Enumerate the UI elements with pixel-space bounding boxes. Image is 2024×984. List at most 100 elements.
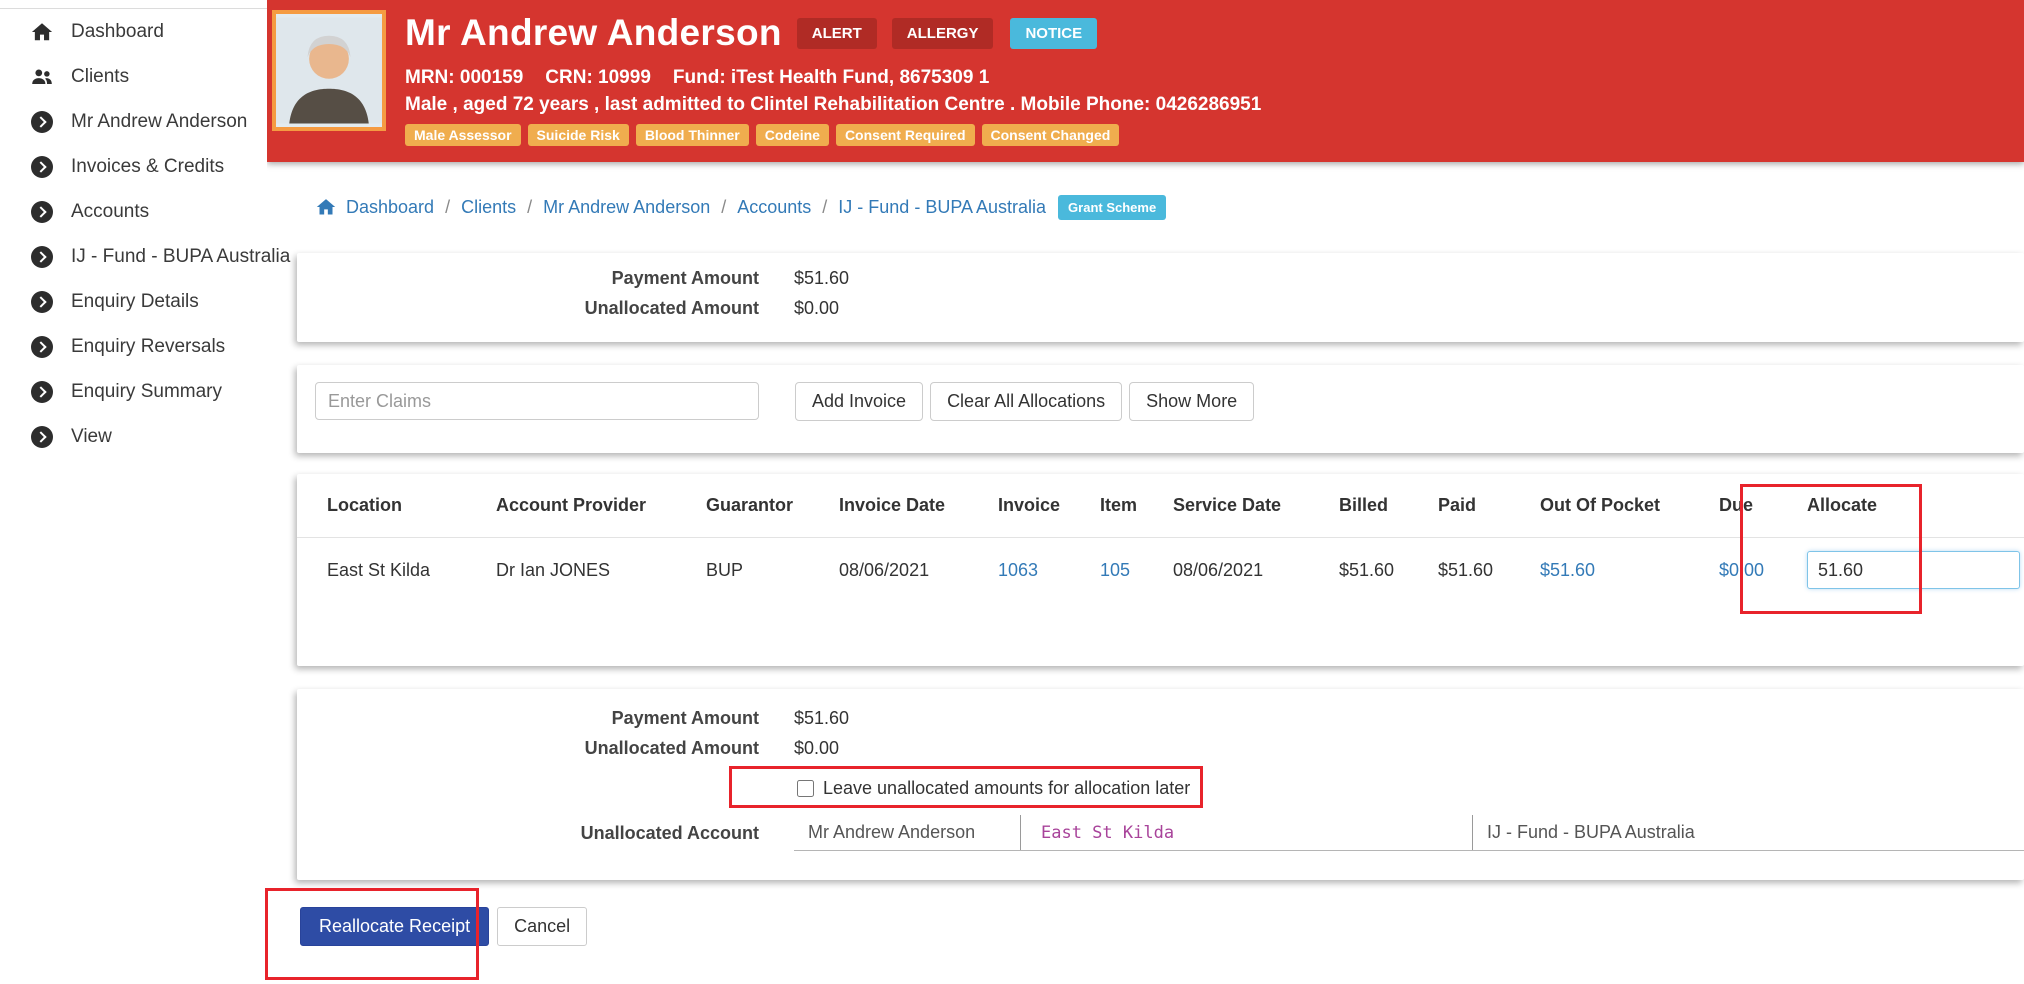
sidebar-item-invoices-credits[interactable]: Invoices & Credits	[0, 144, 267, 189]
invoice-table-panel: Location Account Provider Guarantor Invo…	[297, 474, 2024, 666]
patient-name: Mr Andrew Anderson	[405, 12, 782, 53]
cell-location: East St Kilda	[327, 559, 431, 580]
breadcrumb: Dashboard / Clients / Mr Andrew Anderson…	[316, 190, 1167, 224]
payment-amount-row: Payment Amount $51.60	[297, 703, 2024, 733]
allergy-button[interactable]: ALLERGY	[891, 17, 994, 49]
patient-mrn: MRN: 000159	[405, 67, 524, 88]
column-header-billed: Billed	[1339, 495, 1389, 515]
column-header-invoice-date: Invoice Date	[839, 495, 946, 515]
unallocated-account-location-field[interactable]: East St Kilda	[1020, 815, 1472, 850]
reallocate-receipt-button[interactable]: Reallocate Receipt	[300, 907, 490, 946]
sidebar: Dashboard Clients Mr Andrew Anderson Inv…	[0, 0, 290, 984]
alert-tag: Codeine	[755, 124, 829, 146]
unallocated-account-row: Unallocated Account Mr Andrew Anderson E…	[297, 815, 2024, 851]
patient-identifiers: MRN: 000159 CRN: 10999 Fund: iTest Healt…	[405, 67, 2004, 89]
chevron-circle-icon	[30, 200, 54, 224]
alert-tag: Consent Changed	[981, 124, 1120, 146]
breadcrumb-separator: /	[721, 196, 727, 217]
breadcrumb-link-dashboard[interactable]: Dashboard	[346, 197, 434, 218]
breadcrumb-link-accounts[interactable]: Accounts	[737, 197, 811, 218]
sidebar-item-accounts[interactable]: Accounts	[0, 189, 267, 234]
sidebar-item-enquiry-reversals[interactable]: Enquiry Reversals	[0, 324, 267, 369]
sidebar-item-view[interactable]: View	[0, 414, 267, 459]
column-header-guarantor: Guarantor	[706, 495, 794, 515]
alert-tag: Consent Required	[835, 124, 975, 146]
alert-tag: Suicide Risk	[527, 124, 629, 146]
cancel-button[interactable]: Cancel	[497, 907, 588, 946]
clear-all-allocations-button[interactable]: Clear All Allocations	[930, 382, 1123, 421]
unallocated-account-person-field[interactable]: Mr Andrew Anderson	[794, 815, 1020, 850]
leave-unallocated-row: Leave unallocated amounts for allocation…	[297, 767, 2024, 809]
column-header-invoice: Invoice	[998, 495, 1061, 515]
leave-unallocated-checkbox[interactable]	[797, 779, 814, 797]
patient-header: Mr Andrew Anderson ALERT ALLERGY NOTICE …	[267, 0, 2024, 162]
patient-crn: CRN: 10999	[545, 67, 651, 88]
due-link[interactable]: $0.00	[1719, 560, 1807, 581]
patient-header-info: Mr Andrew Anderson ALERT ALLERGY NOTICE …	[405, 9, 2004, 146]
home-icon[interactable]	[316, 197, 336, 217]
column-header-out-of-pocket: Out Of Pocket	[1540, 495, 1661, 515]
enter-claims-input[interactable]	[315, 382, 759, 420]
column-header-item: Item	[1100, 495, 1138, 515]
sidebar-item-label: Clients	[71, 65, 130, 87]
sidebar-item-ij-fund-bupa-australia[interactable]: IJ - Fund - BUPA Australia	[0, 234, 290, 279]
form-actions: Reallocate Receipt Cancel	[300, 907, 588, 946]
item-number-link[interactable]: 105	[1100, 560, 1173, 581]
sidebar-item-enquiry-summary[interactable]: Enquiry Summary	[0, 369, 267, 414]
table-row: East St Kilda Dr Ian JONES BUP 08/06/202…	[297, 538, 2024, 602]
chevron-circle-icon	[30, 290, 54, 314]
breadcrumb-separator: /	[445, 196, 451, 217]
sidebar-nav: Dashboard Clients Mr Andrew Anderson Inv…	[0, 9, 290, 459]
unallocated-account-label: Unallocated Account	[580, 822, 759, 843]
claims-toolbar-panel: Add Invoice Clear All Allocations Show M…	[297, 365, 2024, 453]
payment-amount-value: $51.60	[794, 707, 850, 728]
home-icon	[30, 20, 54, 44]
chevron-circle-icon	[30, 245, 54, 269]
allocate-input[interactable]	[1807, 551, 2020, 589]
breadcrumb-separator: /	[527, 196, 533, 217]
grant-scheme-badge: Grant Scheme	[1058, 194, 1167, 220]
sidebar-item-clients[interactable]: Clients	[0, 54, 267, 99]
unallocated-amount-row: Unallocated Amount $0.00	[297, 293, 2024, 323]
sidebar-item-label: View	[71, 425, 112, 447]
show-more-button[interactable]: Show More	[1129, 382, 1255, 421]
out-of-pocket-link[interactable]: $51.60	[1540, 560, 1719, 581]
payment-amount-row: Payment Amount $51.60	[297, 263, 2024, 293]
breadcrumb-separator: /	[822, 196, 828, 217]
payment-summary-top-panel: Payment Amount $51.60 Unallocated Amount…	[297, 253, 2024, 342]
sidebar-item-label: Accounts	[71, 200, 150, 222]
unallocated-account-fund-field[interactable]: IJ - Fund - BUPA Australia	[1472, 815, 2024, 850]
sidebar-item-enquiry-details[interactable]: Enquiry Details	[0, 279, 267, 324]
breadcrumb-link-mr-andrew-anderson[interactable]: Mr Andrew Anderson	[543, 197, 710, 218]
column-header-allocate: Allocate	[1807, 495, 1878, 515]
notice-button[interactable]: NOTICE	[1010, 17, 1098, 49]
patient-title-row: Mr Andrew Anderson ALERT ALLERGY NOTICE	[405, 9, 2004, 57]
sidebar-item-label: Enquiry Details	[71, 290, 199, 312]
unallocated-amount-value: $0.00	[794, 737, 840, 758]
sidebar-item-dashboard[interactable]: Dashboard	[0, 9, 267, 54]
patient-fund: Fund: iTest Health Fund, 8675309 1	[672, 67, 990, 88]
sidebar-item-mr-andrew-anderson[interactable]: Mr Andrew Anderson	[0, 99, 267, 144]
leave-unallocated-label[interactable]: Leave unallocated amounts for allocation…	[823, 778, 1190, 799]
sidebar-item-label: Dashboard	[71, 20, 164, 42]
cell-invoice-date: 08/06/2021	[839, 559, 930, 580]
unallocated-amount-label: Unallocated Amount	[584, 737, 759, 758]
column-header-account-provider: Account Provider	[496, 495, 647, 515]
patient-alert-tags: Male Assessor Suicide Risk Blood Thinner…	[405, 124, 2004, 146]
invoice-number-link[interactable]: 1063	[998, 560, 1100, 581]
add-invoice-button[interactable]: Add Invoice	[795, 382, 924, 421]
sidebar-item-label: IJ - Fund - BUPA Australia	[71, 245, 291, 267]
breadcrumb-link-clients[interactable]: Clients	[461, 197, 516, 218]
cell-account-provider: Dr Ian JONES	[496, 559, 611, 580]
column-header-due: Due	[1719, 495, 1754, 515]
unallocated-amount-row: Unallocated Amount $0.00	[297, 733, 2024, 763]
breadcrumb-link-ij-fund-bupa-australia[interactable]: IJ - Fund - BUPA Australia	[838, 197, 1046, 218]
sidebar-item-label: Invoices & Credits	[71, 155, 225, 177]
cell-allocate	[1807, 551, 2024, 589]
column-header-service-date: Service Date	[1173, 495, 1282, 515]
payment-amount-label: Payment Amount	[611, 267, 759, 288]
chevron-circle-icon	[30, 425, 54, 449]
unallocated-account-fields: Mr Andrew Anderson East St Kilda IJ - Fu…	[794, 815, 2024, 851]
cell-service-date: 08/06/2021	[1173, 559, 1264, 580]
alert-button[interactable]: ALERT	[796, 17, 877, 49]
